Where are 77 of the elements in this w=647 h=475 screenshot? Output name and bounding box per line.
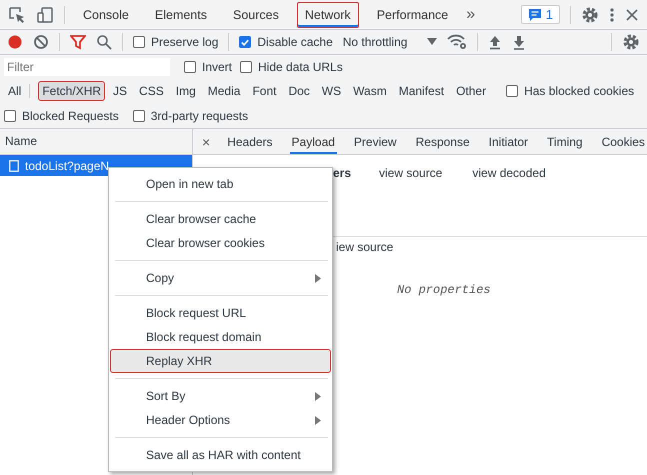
- type-filter[interactable]: JS: [109, 81, 132, 101]
- panel-tab[interactable]: Sources: [224, 2, 287, 28]
- checkbox-label: Hide data URLs: [258, 60, 343, 74]
- checkbox[interactable]: [240, 61, 252, 73]
- more-tabs-button[interactable]: »: [466, 6, 476, 24]
- type-filter[interactable]: Fetch/XHR: [38, 81, 106, 101]
- menu-item[interactable]: Save all as HAR with content: [110, 443, 331, 467]
- checkbox[interactable]: [239, 36, 252, 48]
- submenu-arrow-icon: [315, 392, 321, 400]
- filter-icon[interactable]: [70, 34, 86, 50]
- caret-icon[interactable]: [427, 38, 438, 46]
- type-filter[interactable]: Img: [172, 81, 200, 101]
- type-filter[interactable]: WS: [318, 81, 346, 101]
- menu-item[interactable]: Copy: [110, 266, 331, 290]
- inspect-icon[interactable]: [8, 6, 26, 24]
- detail-tab[interactable]: Preview: [352, 129, 399, 154]
- issues-button[interactable]: 1: [520, 5, 560, 24]
- checkbox-label: Disable cache: [257, 35, 333, 49]
- section-title: ers: [333, 166, 349, 182]
- empty-message: No properties: [397, 283, 491, 297]
- throttling-dropdown[interactable]: No throttling: [342, 35, 438, 49]
- document-icon[interactable]: [9, 160, 19, 172]
- record-icon[interactable]: [7, 34, 23, 50]
- type-filter[interactable]: All: [4, 81, 26, 101]
- type-filter[interactable]: Manifest: [394, 81, 448, 101]
- download-icon[interactable]: [512, 34, 526, 50]
- panel-tab[interactable]: Performance: [368, 2, 456, 28]
- view-link[interactable]: view source: [379, 166, 442, 216]
- search-icon[interactable]: [96, 34, 112, 50]
- menu-item[interactable]: Replay XHR: [110, 349, 331, 373]
- panel-tab[interactable]: Elements: [146, 2, 215, 28]
- menu-item[interactable]: Clear browser cache: [110, 207, 331, 231]
- panel-tab[interactable]: Console: [75, 2, 137, 28]
- submenu-arrow-icon: [315, 416, 321, 424]
- type-filter[interactable]: Font: [248, 81, 280, 101]
- menu-item[interactable]: Block request URL: [110, 301, 331, 325]
- checkbox-label: Has blocked cookies: [524, 84, 634, 98]
- type-filter[interactable]: Other: [452, 81, 490, 101]
- filter-field[interactable]: Filter: [4, 58, 170, 76]
- message-icon[interactable]: [528, 8, 542, 22]
- checkbox-label: Invert: [202, 60, 232, 74]
- settings-icon[interactable]: [581, 6, 599, 24]
- wifi-gear-icon[interactable]: [447, 34, 468, 50]
- menu-item[interactable]: Header Options: [110, 408, 331, 432]
- close-button[interactable]: ×: [202, 134, 210, 150]
- type-filter[interactable]: Doc: [284, 81, 314, 101]
- more-icon[interactable]: [609, 6, 615, 24]
- checkbox-label: 3rd-party requests: [150, 108, 248, 122]
- checkbox-label: Preserve log: [151, 35, 218, 49]
- view-link[interactable]: view decoded: [472, 166, 546, 216]
- detail-tab[interactable]: Cookies: [600, 129, 647, 154]
- detail-tab[interactable]: Timing: [545, 129, 585, 154]
- clear-icon[interactable]: [33, 34, 49, 50]
- checkbox[interactable]: [132, 110, 145, 122]
- checkbox[interactable]: [506, 85, 518, 97]
- menu-item[interactable]: Block request domain: [110, 325, 331, 349]
- type-filter[interactable]: Wasm: [349, 81, 391, 101]
- checkbox[interactable]: [4, 110, 16, 122]
- menu-item[interactable]: Sort By: [110, 384, 331, 408]
- upload-icon[interactable]: [488, 34, 502, 50]
- checkbox[interactable]: [133, 36, 145, 48]
- detail-tab[interactable]: Response: [414, 129, 472, 154]
- device-icon[interactable]: [36, 6, 54, 24]
- type-filter[interactable]: Media: [204, 81, 244, 101]
- detail-tab[interactable]: Headers: [225, 129, 275, 154]
- menu-item[interactable]: Clear browser cookies: [110, 231, 331, 255]
- detail-tab[interactable]: Initiator: [486, 129, 530, 154]
- panel-tab[interactable]: Network: [296, 2, 359, 28]
- view-link[interactable]: iew source: [336, 240, 394, 254]
- checkbox[interactable]: [184, 61, 196, 73]
- column-header[interactable]: Name: [0, 129, 192, 155]
- checkbox-label: Blocked Requests: [22, 108, 119, 122]
- submenu-arrow-icon: [315, 274, 321, 282]
- settings-icon[interactable]: [622, 33, 640, 51]
- detail-tab[interactable]: Payload: [290, 129, 337, 154]
- type-filter[interactable]: CSS: [135, 81, 168, 101]
- close-icon[interactable]: [625, 8, 639, 22]
